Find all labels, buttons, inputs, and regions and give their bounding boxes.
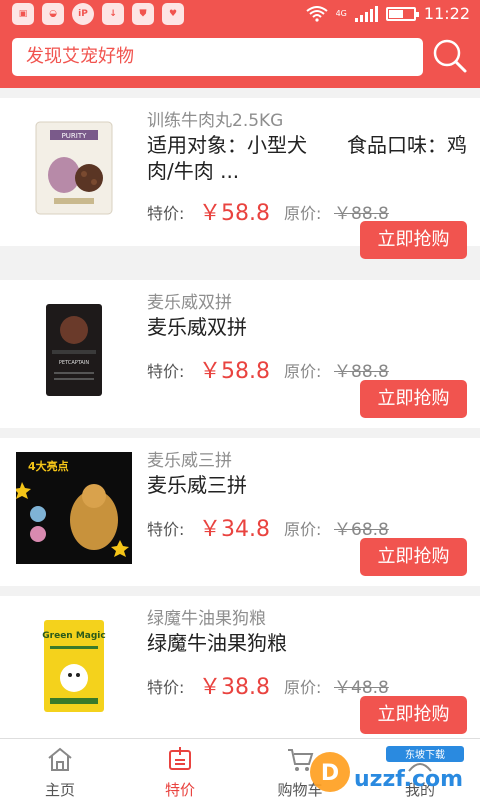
sale-price: ￥58.8: [199, 359, 270, 384]
iply-icon: iP: [72, 3, 94, 25]
buy-now-button[interactable]: 立即抢购: [360, 538, 467, 576]
download-icon: ↓: [102, 3, 124, 25]
shield-heart-icon: ♥: [162, 3, 184, 25]
network-label: 4G: [335, 9, 347, 18]
original-price: ￥68.8: [334, 520, 389, 540]
sale-price-label: 特价:: [147, 204, 185, 223]
wifi-icon: [305, 5, 328, 22]
product-title: 适用对象：小型犬 食品口味：鸡肉/牛肉 ...: [147, 133, 467, 183]
original-price-label: 原价:: [284, 678, 322, 697]
svg-text:D: D: [321, 761, 339, 786]
buy-now-button[interactable]: 立即抢购: [360, 221, 467, 259]
sale-tag-icon: [169, 747, 191, 770]
watermark-logo: D 东坡下载 uzzf.com: [310, 746, 464, 792]
brand-text: 4大亮点: [28, 459, 69, 473]
product-image[interactable]: 4大亮点: [16, 450, 132, 566]
product-card[interactable]: PURITY 训练牛肉丸2.5KG 适用对象：小型犬 食品口味：鸡肉/牛肉 ..…: [0, 98, 480, 259]
brand-text: PETCAPTAIN: [59, 360, 89, 366]
sale-price: ￥58.8: [199, 201, 270, 226]
product-image[interactable]: PETCAPTAIN: [16, 292, 132, 408]
product-image[interactable]: Green Magic: [16, 608, 132, 724]
product-image[interactable]: PURITY: [16, 110, 132, 226]
product-card[interactable]: PETCAPTAIN 麦乐威双拼 麦乐威双拼 特价: ￥58.8 原价: ￥88…: [0, 280, 480, 428]
product-subtitle: 麦乐威双拼: [147, 293, 232, 313]
buy-now-button[interactable]: 立即抢购: [360, 380, 467, 418]
original-price: ￥48.8: [334, 678, 389, 698]
nav-home[interactable]: 主页: [0, 739, 120, 800]
search-input[interactable]: 发现艾宠好物: [12, 38, 423, 76]
brand-text: PURITY: [62, 132, 88, 140]
product-subtitle: 训练牛肉丸2.5KG: [147, 111, 284, 131]
battery-icon: [385, 6, 419, 21]
price-row: 特价: ￥34.8 原价: ￥68.8: [147, 512, 477, 542]
product-title: 麦乐威三拼: [147, 473, 247, 497]
status-bar: ▣ ◒ iP ↓ ⛊ ♥ 4G 11:22: [0, 0, 480, 28]
notification-icons: ▣ ◒ iP ↓ ⛊ ♥: [12, 3, 184, 25]
product-title: 绿魔牛油果狗粮: [147, 631, 287, 655]
price-row: 特价: ￥58.8 原价: ￥88.8: [147, 196, 477, 226]
antivirus-icon: ⛊: [132, 3, 154, 25]
price-row: 特价: ￥58.8 原价: ￥88.8: [147, 354, 477, 384]
shield-icon: ◒: [42, 3, 64, 25]
sale-price-label: 特价:: [147, 678, 185, 697]
sale-price-label: 特价:: [147, 520, 185, 539]
product-card[interactable]: 4大亮点 麦乐威三拼 麦乐威三拼 特价: ￥34.8 原价: ￥68.8 立即抢…: [0, 438, 480, 586]
price-row: 特价: ￥38.8 原价: ￥48.8: [147, 670, 477, 700]
nav-label: 特价: [164, 781, 195, 799]
nav-label: 主页: [44, 781, 75, 799]
header: 发现艾宠好物: [0, 28, 480, 88]
product-title: 麦乐威双拼: [147, 315, 247, 339]
brand-text: Green Magic: [42, 631, 105, 641]
sale-price: ￥38.8: [199, 675, 270, 700]
product-list[interactable]: PURITY 训练牛肉丸2.5KG 适用对象：小型犬 食品口味：鸡肉/牛肉 ..…: [0, 88, 480, 738]
watermark-text: uzzf.com: [354, 767, 463, 792]
original-price: ￥88.8: [334, 362, 389, 382]
status-time: 11:22: [423, 4, 470, 23]
search-icon[interactable]: [430, 36, 470, 76]
watermark-tag: 东坡下载: [405, 748, 445, 761]
sale-price: ￥34.8: [199, 517, 270, 542]
product-subtitle: 绿魔牛油果狗粮: [147, 609, 266, 629]
sale-price-label: 特价:: [147, 362, 185, 381]
buy-now-button[interactable]: 立即抢购: [360, 696, 467, 734]
original-price-label: 原价:: [284, 520, 322, 539]
image-icon: ▣: [12, 3, 34, 25]
signal-icon: [354, 5, 378, 22]
product-subtitle: 麦乐威三拼: [147, 451, 232, 471]
nav-sale[interactable]: 特价: [120, 739, 240, 800]
home-icon: [48, 747, 72, 771]
original-price-label: 原价:: [284, 204, 322, 223]
original-price-label: 原价:: [284, 362, 322, 381]
product-card[interactable]: Green Magic 绿魔牛油果狗粮 绿魔牛油果狗粮 特价: ￥38.8 原价…: [0, 596, 480, 738]
